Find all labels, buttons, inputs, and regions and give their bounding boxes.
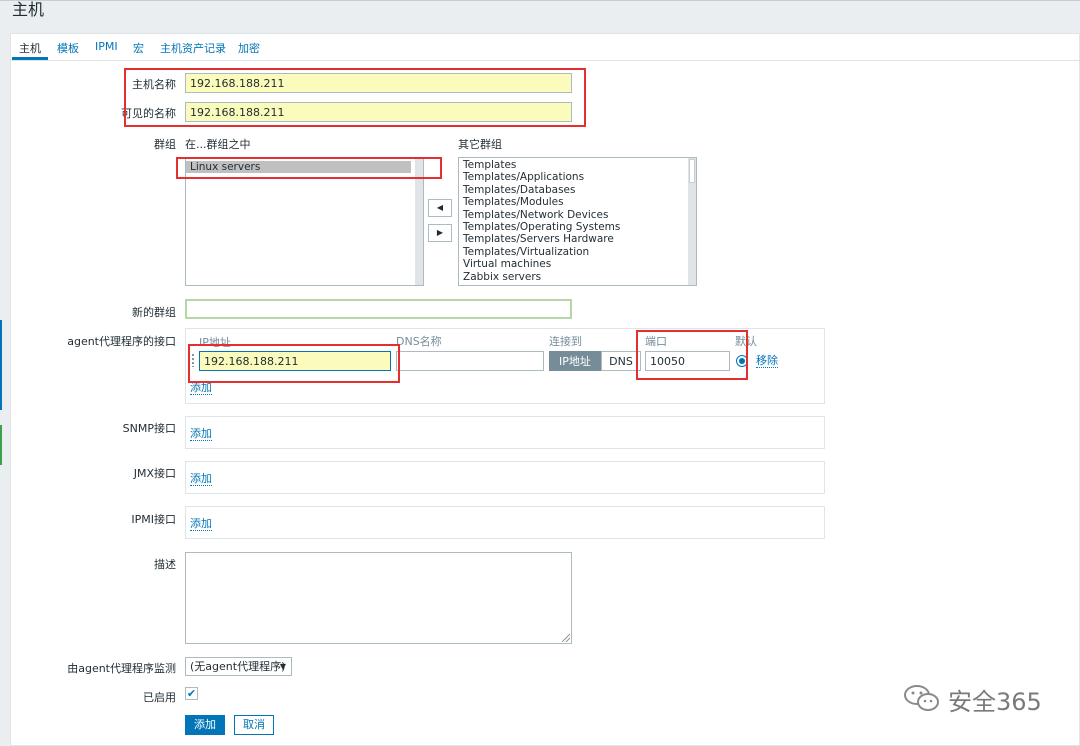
proxy-select[interactable]: (无agent代理程序) ▼ (185, 657, 292, 676)
scrollbar[interactable] (688, 158, 696, 285)
list-item[interactable]: Zabbix servers (459, 271, 696, 283)
ip-address-input[interactable] (199, 351, 391, 371)
ipmi-interfaces-label: IPMI接口 (131, 513, 176, 526)
list-item[interactable]: Templates/Operating Systems (459, 221, 696, 233)
wechat-icon (904, 685, 939, 711)
proxy-select-value: (无agent代理程序) (190, 660, 286, 673)
remove-interface-link[interactable]: 移除 (756, 355, 778, 368)
list-item[interactable]: Templates (459, 159, 696, 171)
list-item[interactable]: Templates/Network Devices (459, 209, 696, 221)
resize-handle-icon[interactable] (562, 634, 570, 642)
new-group-label: 新的群组 (132, 306, 176, 319)
page-title: 主机 (12, 0, 45, 19)
move-left-button[interactable]: ◀ (428, 199, 452, 217)
new-group-input[interactable] (185, 299, 572, 319)
tab-templates[interactable]: 模板 (57, 40, 79, 56)
tab-inventory[interactable]: 主机资产记录 (160, 40, 226, 56)
tab-macros[interactable]: 宏 (133, 40, 144, 56)
add-ipmi-interface-link[interactable]: 添加 (190, 518, 212, 531)
jmx-interfaces-label: JMX接口 (133, 467, 176, 480)
add-snmp-interface-link[interactable]: 添加 (190, 428, 212, 441)
column-header-default: 默认 (735, 335, 757, 348)
list-item[interactable]: Templates/Servers Hardware (459, 233, 696, 245)
top-divider (0, 0, 1080, 1)
add-agent-interface-link[interactable]: 添加 (190, 382, 212, 395)
snmp-interfaces-box (185, 416, 825, 449)
list-item[interactable]: Templates/Modules (459, 196, 696, 208)
connect-dns-toggle[interactable]: DNS (601, 351, 641, 371)
enabled-label: 已启用 (143, 691, 176, 704)
dropdown-arrow-icon: ▼ (279, 662, 286, 671)
dns-name-input[interactable] (396, 351, 544, 371)
list-item[interactable]: Templates/Applications (459, 171, 696, 183)
description-textarea[interactable] (185, 552, 572, 644)
left-edge-mark (0, 425, 2, 465)
column-header-port: 端口 (645, 335, 667, 348)
host-name-input[interactable] (185, 73, 572, 93)
host-name-label: 主机名称 (132, 78, 176, 91)
agent-interfaces-label: agent代理程序的接口 (67, 335, 176, 348)
visible-name-input[interactable] (185, 102, 572, 122)
drag-handle-icon[interactable] (191, 353, 195, 367)
list-item[interactable]: Templates/Virtualization (459, 246, 696, 258)
tab-bar: 主机 模板 IPMI 宏 主机资产记录 加密 (11, 34, 1079, 61)
scrollbar[interactable] (415, 158, 423, 285)
connect-ip-toggle[interactable]: IP地址 (549, 351, 601, 371)
groups-label: 群组 (154, 138, 176, 151)
column-header-connect: 连接到 (549, 335, 582, 348)
tab-ipmi[interactable]: IPMI (95, 40, 118, 53)
snmp-interfaces-label: SNMP接口 (122, 422, 176, 435)
add-button[interactable]: 添加 (185, 715, 225, 735)
list-item[interactable]: Linux servers (186, 161, 411, 174)
add-jmx-interface-link[interactable]: 添加 (190, 473, 212, 486)
visible-name-label: 可见的名称 (121, 107, 176, 120)
in-groups-list[interactable]: Linux servers (185, 157, 424, 286)
column-header-dns: DNS名称 (396, 335, 442, 348)
in-groups-label: 在...群组之中 (185, 138, 251, 151)
port-input[interactable] (645, 351, 730, 371)
description-label: 描述 (154, 558, 176, 571)
watermark-text: 安全365 (948, 688, 1042, 716)
enabled-checkbox[interactable]: ✔ (185, 687, 198, 700)
monitored-by-label: 由agent代理程序监测 (67, 662, 176, 675)
jmx-interfaces-box (185, 461, 825, 494)
tab-encryption[interactable]: 加密 (238, 40, 260, 56)
list-item[interactable]: Virtual machines (459, 258, 696, 270)
active-tab-indicator (12, 57, 48, 60)
list-item[interactable]: Templates/Databases (459, 184, 696, 196)
default-interface-radio[interactable] (736, 355, 748, 367)
cancel-button[interactable]: 取消 (234, 715, 274, 735)
ipmi-interfaces-box (185, 506, 825, 539)
other-groups-list[interactable]: Templates Templates/Applications Templat… (458, 157, 697, 286)
move-right-button[interactable]: ▶ (428, 224, 452, 242)
left-edge-mark (0, 320, 2, 410)
tab-host[interactable]: 主机 (19, 40, 41, 56)
other-groups-label: 其它群组 (458, 138, 502, 151)
column-header-ip: IP地址 (199, 336, 231, 349)
